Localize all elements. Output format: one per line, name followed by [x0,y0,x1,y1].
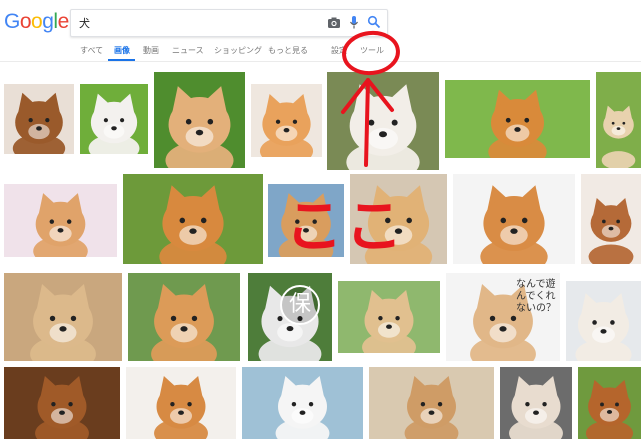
tab-images[interactable]: 画像 [114,45,130,56]
image-result-pomeranian-cream[interactable] [327,72,439,170]
image-result-dog-text-card[interactable]: なんで遊んでくれないの？ [446,273,560,361]
image-result-dog-protection-logo[interactable]: 保 [248,273,332,361]
dog-photo [453,174,575,264]
image-result-white-dog-beach[interactable] [242,367,363,439]
dog-photo [4,84,74,154]
image-result-dachshund-puppy[interactable] [4,84,74,154]
dog-photo [251,84,322,157]
dog-photo [4,184,117,257]
dog-photo [578,367,641,439]
image-result-shiba-puppy-walk[interactable] [338,281,440,353]
search-icon[interactable] [367,15,381,29]
image-result-shiba-standing-field[interactable] [445,80,590,158]
logo-letter: G [4,10,20,33]
search-box[interactable]: 犬 [70,9,388,37]
tab-settings[interactable]: 設定 [331,45,347,56]
dog-photo [126,367,236,439]
image-result-shiba-lying-grass[interactable] [123,174,263,264]
logo-letter: e [57,10,70,33]
logo-letter: o [19,10,32,33]
image-result-chihuahua-pink-blanket[interactable] [4,184,117,257]
image-result-puppy-closeup[interactable] [4,273,122,361]
image-result-chihuahua-face[interactable] [500,367,572,439]
image-result-shiba-portrait[interactable] [128,273,240,361]
dog-photo [242,367,363,439]
logo-letter: g [42,10,54,33]
dog-photo [128,273,240,361]
image-result-lab-puppy[interactable] [350,174,447,264]
tab-tools[interactable]: ツール [360,45,384,56]
nav-divider [0,61,641,62]
dog-photo [581,174,641,264]
image-result-brown-dog-closeup[interactable] [4,367,120,439]
image-result-shiba-sitting[interactable] [126,367,236,439]
image-result-shiba-smiling[interactable] [154,72,245,168]
logo-letter: o [31,10,43,33]
image-result-papillon-white[interactable] [80,84,148,154]
dog-photo [268,184,344,257]
dog-photo [369,367,494,439]
image-result-chihuahua-smiling[interactable] [268,184,344,257]
image-logo-text: 保 [280,285,320,325]
image-result-three-puppies[interactable] [369,367,494,439]
dog-photo [154,72,245,168]
dog-photo [350,174,447,264]
dog-photo [338,281,440,353]
dog-photo [500,367,572,439]
dog-photo [445,80,590,158]
image-result-shiba-white-bg[interactable] [453,174,575,264]
tab-shopping[interactable]: ショッピング [214,45,262,56]
google-logo[interactable]: Google [4,10,69,34]
camera-icon[interactable] [327,16,341,30]
dog-photo [4,367,120,439]
tab-more[interactable]: もっと見る [268,45,308,56]
microphone-icon[interactable] [349,15,359,31]
dog-photo [4,273,122,361]
dog-photo [327,72,439,170]
search-query-text[interactable]: 犬 [79,15,90,31]
image-result-dog-lying-partial[interactable] [566,281,641,361]
tab-videos[interactable]: 動画 [143,45,159,56]
image-caption-text: なんで遊んでくれないの？ [516,279,556,314]
image-result-dog-running-grass[interactable] [578,367,641,439]
dog-photo [596,72,641,168]
dog-photo [80,84,148,154]
image-result-partial-dog-green[interactable] [596,72,641,168]
image-result-pomeranian-orange[interactable] [251,84,322,157]
dog-photo [123,174,263,264]
dog-photo [566,281,641,361]
image-result-cavalier-puppy[interactable] [581,174,641,264]
tab-all[interactable]: すべて [80,45,103,56]
tab-news[interactable]: ニュース [172,45,204,56]
